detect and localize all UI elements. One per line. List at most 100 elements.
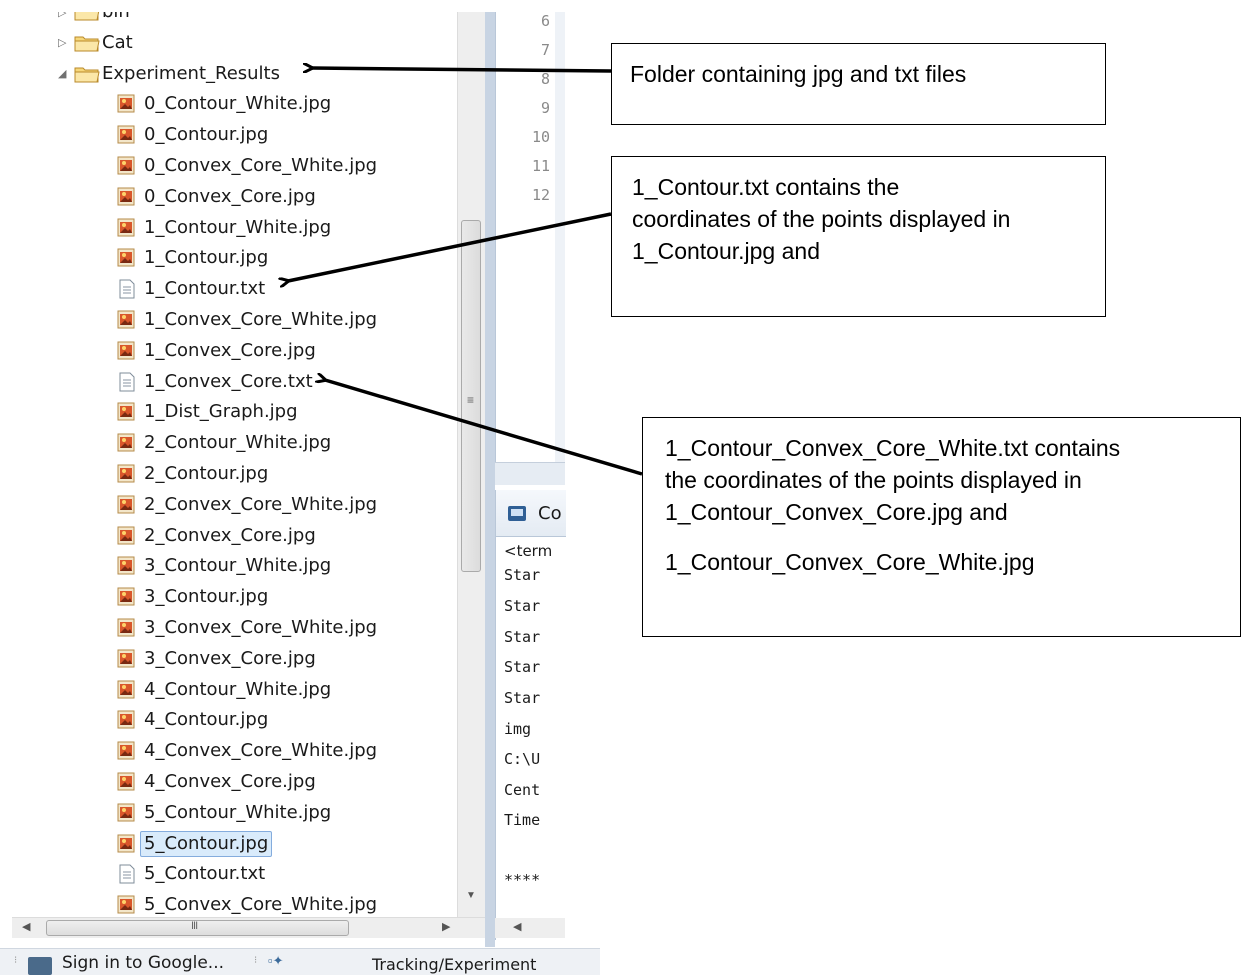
image-file-icon bbox=[116, 556, 138, 576]
tree-item-label: 4_Convex_Core.jpg bbox=[144, 771, 316, 792]
tree-vertical-scrollbar[interactable]: ≡ ▼ bbox=[457, 12, 486, 917]
tree-item-label: 5_Convex_Core_White.jpg bbox=[144, 894, 378, 916]
google-sign-in-link[interactable]: Sign in to Google... bbox=[62, 953, 224, 973]
status-bar: ⁝ Sign in to Google... ⁝ ▫✦ Tracking/Exp… bbox=[0, 948, 600, 975]
console-line: Star bbox=[504, 658, 541, 676]
tab-console[interactable]: Co bbox=[496, 490, 566, 537]
tree-file-item[interactable]: 0_Contour_White.jpg bbox=[116, 90, 331, 118]
console-line: Star bbox=[504, 597, 541, 615]
scroll-right-arrow-icon[interactable]: ▶ bbox=[442, 920, 450, 933]
callout-text: 1_Contour.jpg and bbox=[632, 238, 820, 264]
tree-item-label: 1_Contour.jpg bbox=[144, 247, 269, 269]
tree-file-item[interactable]: 3_Convex_Core_White.jpg bbox=[116, 614, 377, 642]
console-line: Star bbox=[504, 689, 541, 707]
tree-file-item[interactable]: 1_Convex_Core_White.jpg bbox=[116, 306, 377, 334]
console-line: img bbox=[504, 720, 532, 738]
tree-file-item[interactable]: 5_Convex_Core_White.jpg bbox=[116, 891, 377, 919]
tree-file-item[interactable]: 2_Contour_White.jpg bbox=[116, 429, 331, 457]
tree-file-item[interactable]: 3_Contour_White.jpg bbox=[116, 552, 331, 580]
tree-folder-item[interactable]: ▷ Cat bbox=[58, 29, 133, 57]
folder-icon bbox=[74, 33, 100, 53]
image-file-icon bbox=[116, 895, 138, 915]
line-number: 7 bbox=[540, 41, 550, 59]
folder-icon bbox=[74, 12, 100, 22]
tree-file-item[interactable]: 3_Contour.jpg bbox=[116, 583, 268, 611]
scroll-down-arrow-icon[interactable]: ▼ bbox=[466, 890, 476, 901]
tree-horizontal-scrollbar[interactable]: ◀ III ▶ bbox=[12, 917, 485, 938]
tree-file-item[interactable]: 3_Convex_Core.jpg bbox=[116, 645, 316, 673]
tree-file-item[interactable]: 2_Convex_Core_White.jpg bbox=[116, 491, 377, 519]
tree-item-label: 4_Contour.jpg bbox=[144, 709, 269, 731]
panel-divider[interactable] bbox=[485, 12, 495, 947]
tree-vertical-scroll-thumb[interactable]: ≡ bbox=[461, 220, 481, 572]
console-line: Cent bbox=[504, 781, 541, 799]
tree-file-item[interactable]: 4_Contour_White.jpg bbox=[116, 676, 331, 704]
editor-horizontal-scrollbar[interactable] bbox=[495, 462, 565, 485]
callout-contour-txt: 1_Contour.txt contains the coordinates o… bbox=[611, 156, 1106, 317]
image-file-icon bbox=[116, 741, 138, 761]
console-line: Time bbox=[504, 811, 541, 829]
status-path-label: Tracking/Experiment bbox=[372, 955, 537, 974]
image-file-icon bbox=[116, 710, 138, 730]
tree-item-label: 2_Contour_White.jpg bbox=[144, 432, 332, 454]
scroll-grip-icon: III bbox=[191, 920, 198, 932]
tree-file-item[interactable]: 4_Contour.jpg bbox=[116, 706, 268, 734]
callout-convex-txt: 1_Contour_Convex_Core_White.txt contains… bbox=[642, 417, 1241, 637]
image-file-icon bbox=[116, 187, 138, 207]
image-file-icon bbox=[116, 125, 138, 145]
line-number: 12 bbox=[531, 186, 550, 204]
callout-text: the coordinates of the points displayed … bbox=[665, 467, 1082, 493]
callout-text: 1_Contour.txt contains the bbox=[632, 174, 900, 200]
image-file-icon bbox=[116, 341, 138, 361]
tree-item-label: 2_Contour.jpg bbox=[144, 463, 269, 484]
image-file-icon bbox=[116, 803, 138, 823]
tree-item-label: 3_Convex_Core_White.jpg bbox=[144, 617, 378, 638]
tree-file-item[interactable]: 0_Convex_Core.jpg bbox=[116, 183, 316, 211]
image-file-icon bbox=[116, 680, 138, 700]
scroll-left-arrow-icon[interactable]: ◀ bbox=[22, 920, 30, 933]
tree-item-label: 1_Convex_Core.jpg bbox=[144, 339, 316, 361]
tree-file-item[interactable]: 0_Contour.jpg bbox=[116, 121, 268, 149]
scroll-left-arrow-icon[interactable]: ◀ bbox=[513, 920, 521, 933]
google-account-icon[interactable] bbox=[28, 957, 52, 975]
image-file-icon bbox=[116, 402, 138, 422]
tree-item-label: 1_Convex_Core.txt bbox=[144, 370, 313, 392]
tree-item-label: 3_Contour_White.jpg bbox=[144, 555, 332, 577]
tree-file-item[interactable]: 0_Convex_Core_White.jpg bbox=[116, 152, 377, 180]
tree-horizontal-scroll-thumb[interactable]: III bbox=[46, 920, 349, 936]
tree-item-label: 3_Contour.jpg bbox=[144, 586, 269, 608]
image-file-icon bbox=[116, 464, 138, 484]
tree-item-label: Cat bbox=[102, 31, 133, 53]
tree-file-item[interactable]: 4_Convex_Core.jpg bbox=[116, 768, 316, 796]
image-file-icon bbox=[116, 495, 138, 515]
tree-folder-item[interactable]: ▷ bin bbox=[58, 12, 130, 26]
scroll-grip-icon: ≡ bbox=[467, 393, 475, 407]
tree-file-item[interactable]: 4_Convex_Core_White.jpg bbox=[116, 737, 377, 765]
console-line: Star bbox=[504, 628, 541, 646]
collapsed-arrow-icon[interactable]: ▷ bbox=[58, 36, 74, 49]
image-file-icon bbox=[116, 156, 138, 176]
tree-file-item[interactable]: 2_Convex_Core.jpg bbox=[116, 522, 316, 550]
tree-file-item[interactable]: 1_Contour.jpg bbox=[116, 244, 268, 272]
tree-file-item[interactable]: 1_Convex_Core.txt bbox=[116, 368, 313, 396]
tree-file-item[interactable]: 1_Contour.txt bbox=[116, 275, 265, 303]
tree-file-item[interactable]: 5_Contour.jpg bbox=[116, 830, 273, 858]
new-window-icon[interactable]: ▫✦ bbox=[268, 953, 284, 969]
tree-file-item[interactable]: 1_Convex_Core.jpg bbox=[116, 337, 316, 365]
tree-item-label: 0_Convex_Core_White.jpg bbox=[144, 155, 378, 176]
tree-folder-item[interactable]: ◢ Experiment_Results bbox=[58, 60, 280, 88]
tree-file-item[interactable]: 1_Contour_White.jpg bbox=[116, 214, 331, 242]
tree-item-label: 3_Convex_Core.jpg bbox=[144, 647, 316, 669]
tree-file-item[interactable]: 2_Contour.jpg bbox=[116, 460, 268, 488]
editor-overview-ruler bbox=[555, 12, 565, 462]
callout-text: 1_Contour_Convex_Core_White.jpg bbox=[665, 549, 1035, 575]
console-view[interactable]: Co <term Star Star Star Star Star img C:… bbox=[495, 490, 566, 940]
text-file-icon bbox=[116, 372, 138, 392]
expanded-arrow-icon[interactable]: ◢ bbox=[58, 67, 74, 80]
tree-file-item[interactable]: 5_Contour_White.jpg bbox=[116, 799, 331, 827]
collapsed-arrow-icon[interactable]: ▷ bbox=[58, 12, 74, 19]
console-horizontal-scrollbar[interactable]: ◀ bbox=[495, 918, 565, 938]
tree-item-label: 4_Contour_White.jpg bbox=[144, 678, 332, 700]
tree-file-item[interactable]: 1_Dist_Graph.jpg bbox=[116, 398, 298, 426]
tree-file-item[interactable]: 5_Contour.txt bbox=[116, 860, 265, 888]
